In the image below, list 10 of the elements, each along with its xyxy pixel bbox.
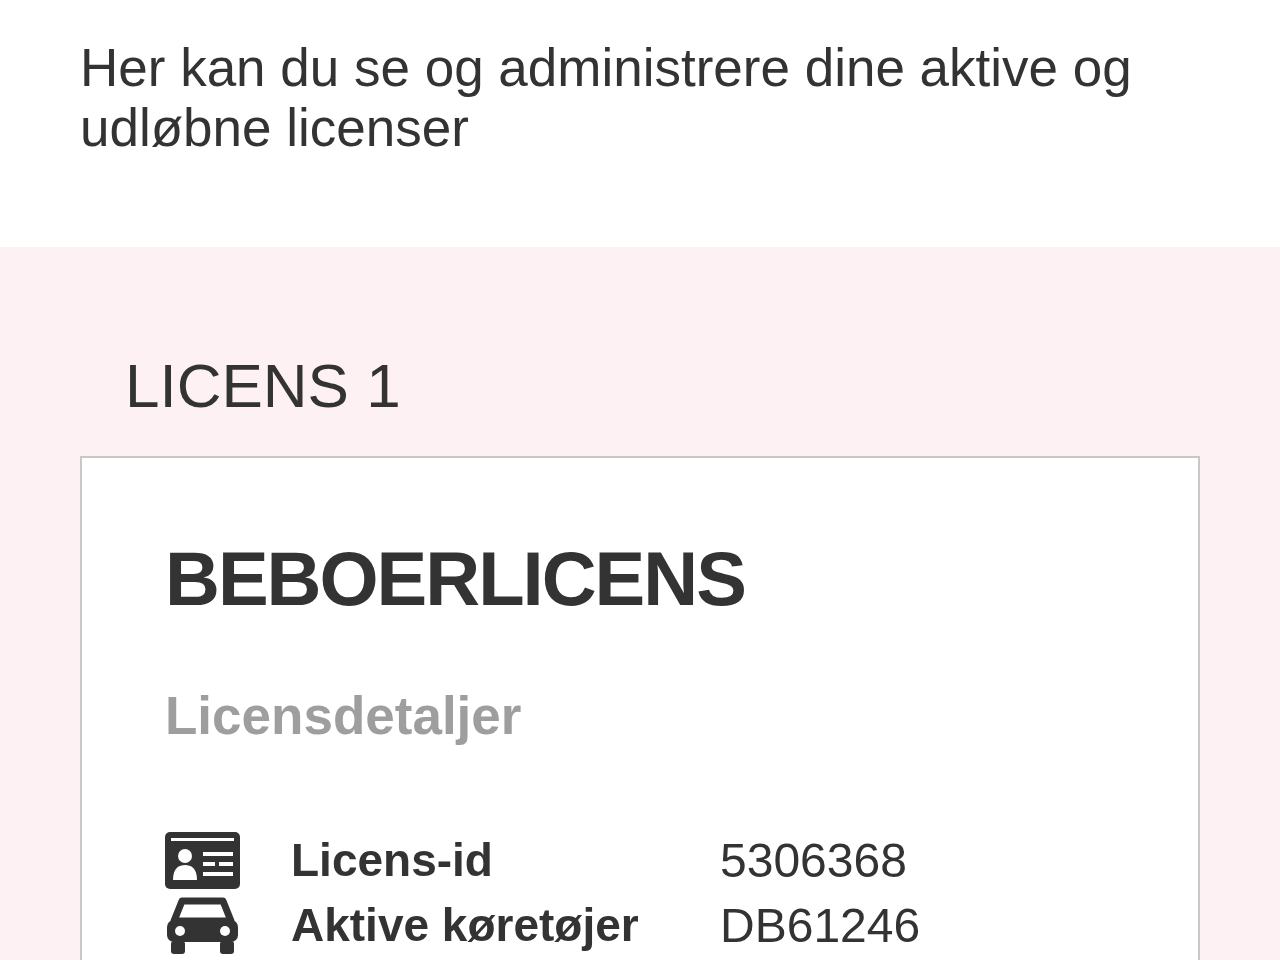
detail-label: Licens-id xyxy=(291,833,494,888)
detail-value: DB61246 xyxy=(720,898,922,954)
license-heading: LICENS 1 xyxy=(125,350,402,422)
detail-label: Aktive køretøjer xyxy=(291,898,640,953)
intro-text: Her kan du se og administrere dine aktive og udløbne licenser xyxy=(80,38,1133,158)
license-type-title: BEBOERLICENS xyxy=(165,538,746,619)
car-icon xyxy=(165,897,240,954)
detail-value: 5306368 xyxy=(720,833,908,889)
details-title: Licensdetaljer xyxy=(165,685,523,747)
id-card-icon xyxy=(165,832,240,889)
